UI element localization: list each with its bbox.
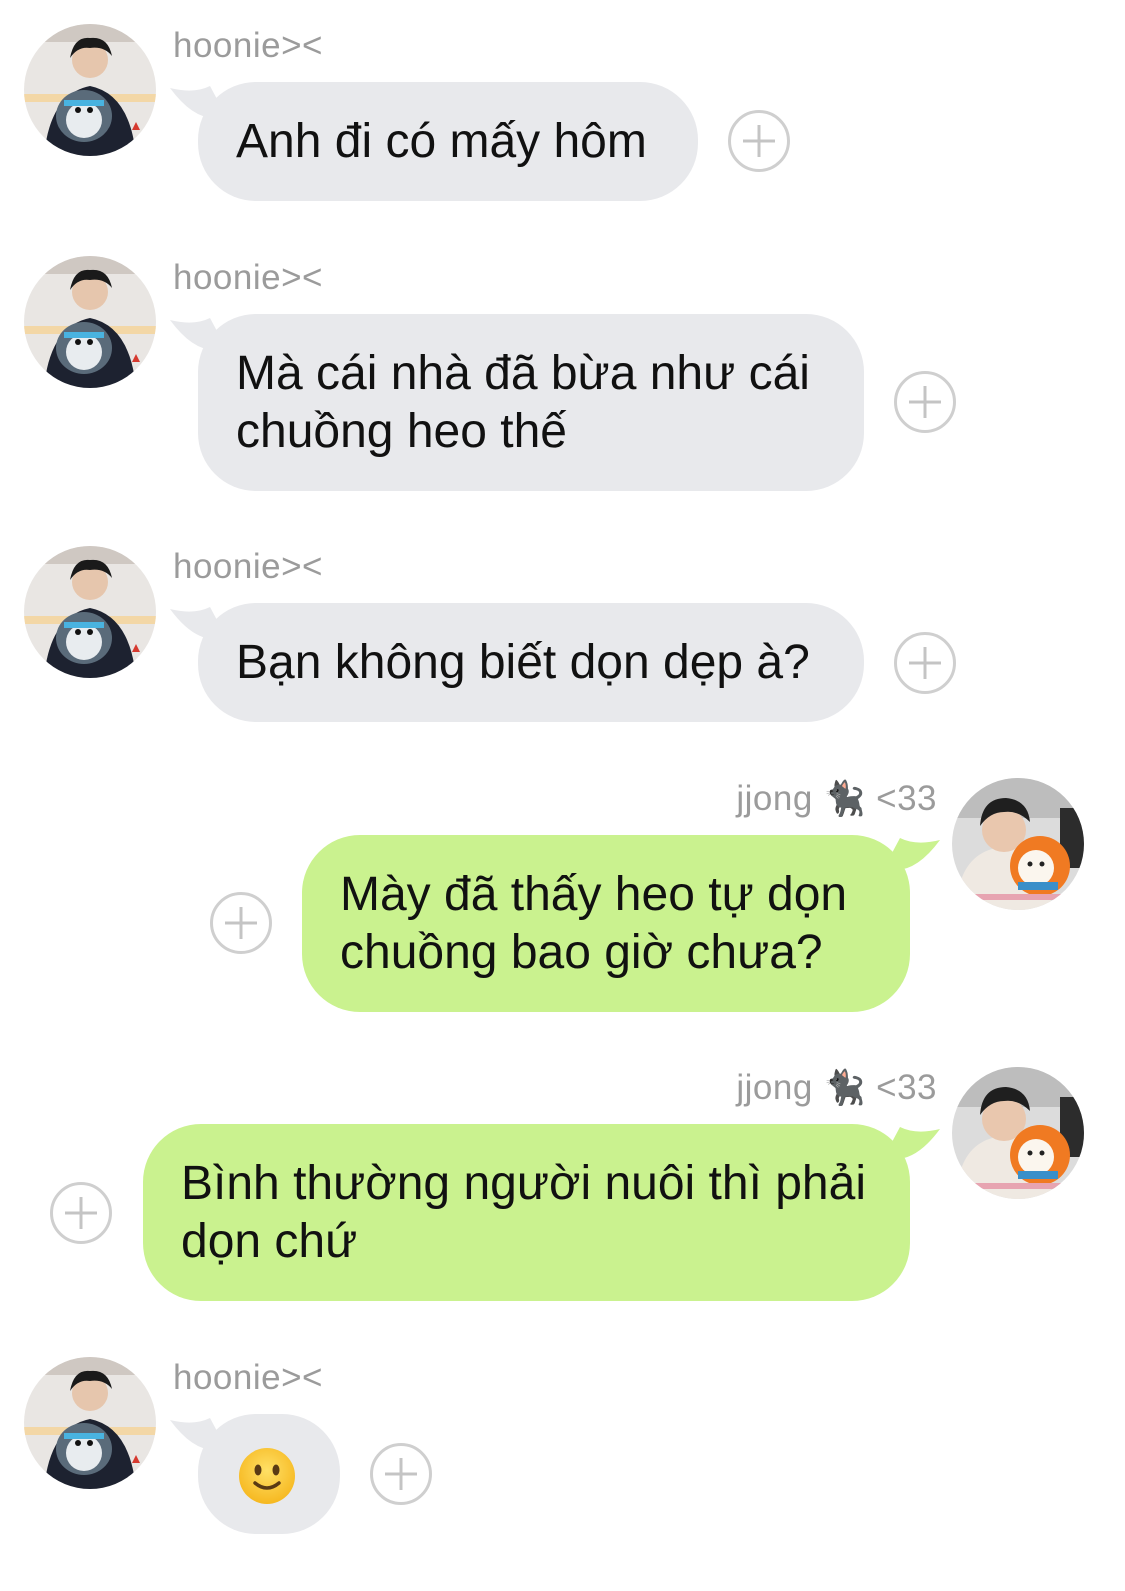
message-bubble-outgoing[interactable]: Mày đã thấy heo tự dọn chuồng bao giờ ch… bbox=[302, 835, 910, 1012]
sender-name: hoonie>< bbox=[173, 547, 323, 586]
message-text-line: Mày đã thấy heo tự dọn bbox=[340, 867, 848, 921]
black-cat-icon: 🐈‍⬛ bbox=[823, 779, 866, 819]
sender-name: hoonie>< bbox=[173, 26, 323, 65]
avatar-jjong-image bbox=[952, 778, 1084, 910]
slightly-smiling-face-icon bbox=[239, 1448, 295, 1504]
black-cat-icon: 🐈‍⬛ bbox=[823, 1068, 866, 1108]
message-bubble-outgoing[interactable]: Bình thường người nuôi thì phải dọn chứ bbox=[143, 1124, 910, 1301]
sender-name-suffix: <33 bbox=[876, 1068, 937, 1107]
sender-name: hoonie>< bbox=[173, 258, 323, 297]
sender-name: hoonie>< bbox=[173, 1358, 323, 1397]
add-reaction-button[interactable] bbox=[370, 1443, 432, 1505]
message-text-line: chuồng bao giờ chưa? bbox=[340, 925, 823, 979]
message-text-line: Bình thường người nuôi thì phải bbox=[181, 1156, 866, 1210]
message-text-line: chuồng heo thế bbox=[236, 404, 567, 458]
sender-name: jjong 🐈‍⬛ <33 bbox=[736, 1068, 937, 1108]
message-text: Bạn không biết dọn dẹp à? bbox=[236, 635, 810, 689]
message-bubble-incoming[interactable]: Bạn không biết dọn dẹp à? bbox=[198, 603, 864, 722]
add-reaction-button[interactable] bbox=[728, 110, 790, 172]
avatar-hoonie[interactable] bbox=[24, 256, 156, 388]
avatar-hoonie-image bbox=[24, 1357, 156, 1489]
add-reaction-button[interactable] bbox=[894, 371, 956, 433]
add-reaction-button[interactable] bbox=[894, 632, 956, 694]
avatar-hoonie[interactable] bbox=[24, 1357, 156, 1489]
chat-screen: hoonie>< Anh đi có mấy hôm hoonie>< Mà c… bbox=[0, 0, 1125, 1591]
sender-name-text: jjong bbox=[736, 779, 813, 818]
add-reaction-button[interactable] bbox=[210, 892, 272, 954]
avatar-jjong-image bbox=[952, 1067, 1084, 1199]
message-text-line: dọn chứ bbox=[181, 1214, 358, 1268]
message-bubble-incoming[interactable] bbox=[198, 1414, 340, 1534]
message-bubble-incoming[interactable]: Anh đi có mấy hôm bbox=[198, 82, 698, 201]
avatar-hoonie-image bbox=[24, 24, 156, 156]
avatar-hoonie-image bbox=[24, 546, 156, 678]
sender-name-text: jjong bbox=[736, 1068, 813, 1107]
avatar-hoonie[interactable] bbox=[24, 546, 156, 678]
avatar-hoonie-image bbox=[24, 256, 156, 388]
avatar-jjong[interactable] bbox=[952, 778, 1084, 910]
sender-name: jjong 🐈‍⬛ <33 bbox=[736, 779, 937, 819]
avatar-hoonie[interactable] bbox=[24, 24, 156, 156]
message-bubble-incoming[interactable]: Mà cái nhà đã bừa như cái chuồng heo thế bbox=[198, 314, 864, 491]
message-text: Anh đi có mấy hôm bbox=[236, 114, 647, 168]
sender-name-suffix: <33 bbox=[876, 779, 937, 818]
message-text-line: Mà cái nhà đã bừa như cái bbox=[236, 346, 810, 400]
add-reaction-button[interactable] bbox=[50, 1182, 112, 1244]
avatar-jjong[interactable] bbox=[952, 1067, 1084, 1199]
